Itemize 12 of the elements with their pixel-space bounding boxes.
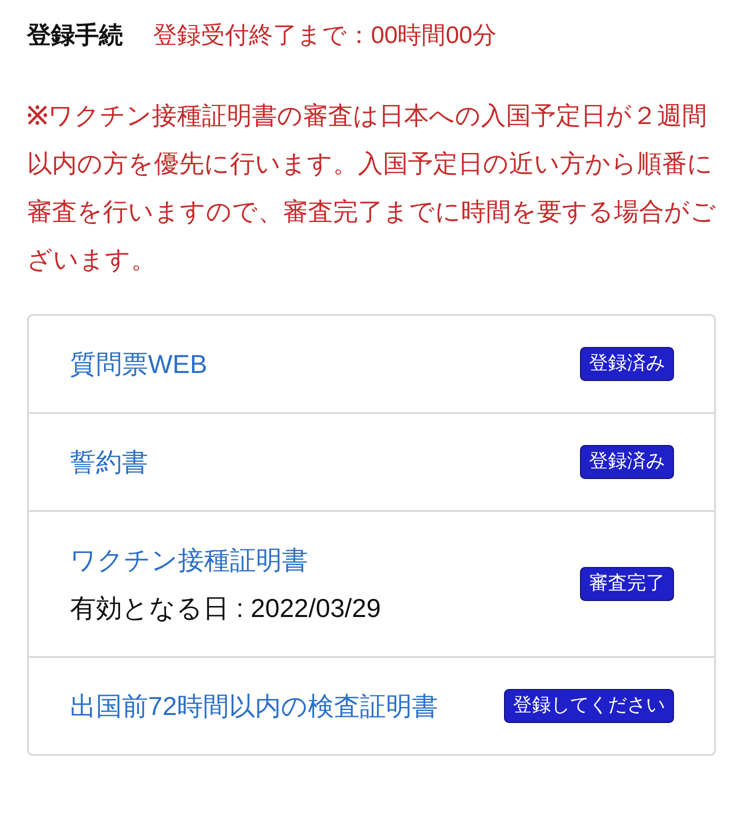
section-title: 登録手続 xyxy=(27,21,123,51)
status-badge: 登録済み xyxy=(580,445,674,479)
status-badge: 審査完了 xyxy=(580,567,674,601)
status-badge: 登録してください xyxy=(504,689,674,723)
notice-text: ※ワクチン接種証明書の審査は日本への入国予定日が２週間以内の方を優先に行います。入国予定日の近い方から順番に審査を行いますので、審査完了までに時間を要する場合がございます。 xyxy=(27,101,717,276)
valid-date-text: 有効となる日 : 2022/03/29 xyxy=(70,592,382,625)
item-link[interactable]: 出国前72時間以内の検査証明書 xyxy=(70,682,470,730)
status-badge: 登録済み xyxy=(580,347,674,381)
item-link[interactable]: 誓約書 xyxy=(70,438,470,486)
item-link[interactable]: ワクチン接種証明書 xyxy=(70,536,470,584)
item-link[interactable]: 質問票WEB xyxy=(70,340,470,388)
deadline-text: 登録受付終了まで：00時間00分 xyxy=(153,21,496,51)
